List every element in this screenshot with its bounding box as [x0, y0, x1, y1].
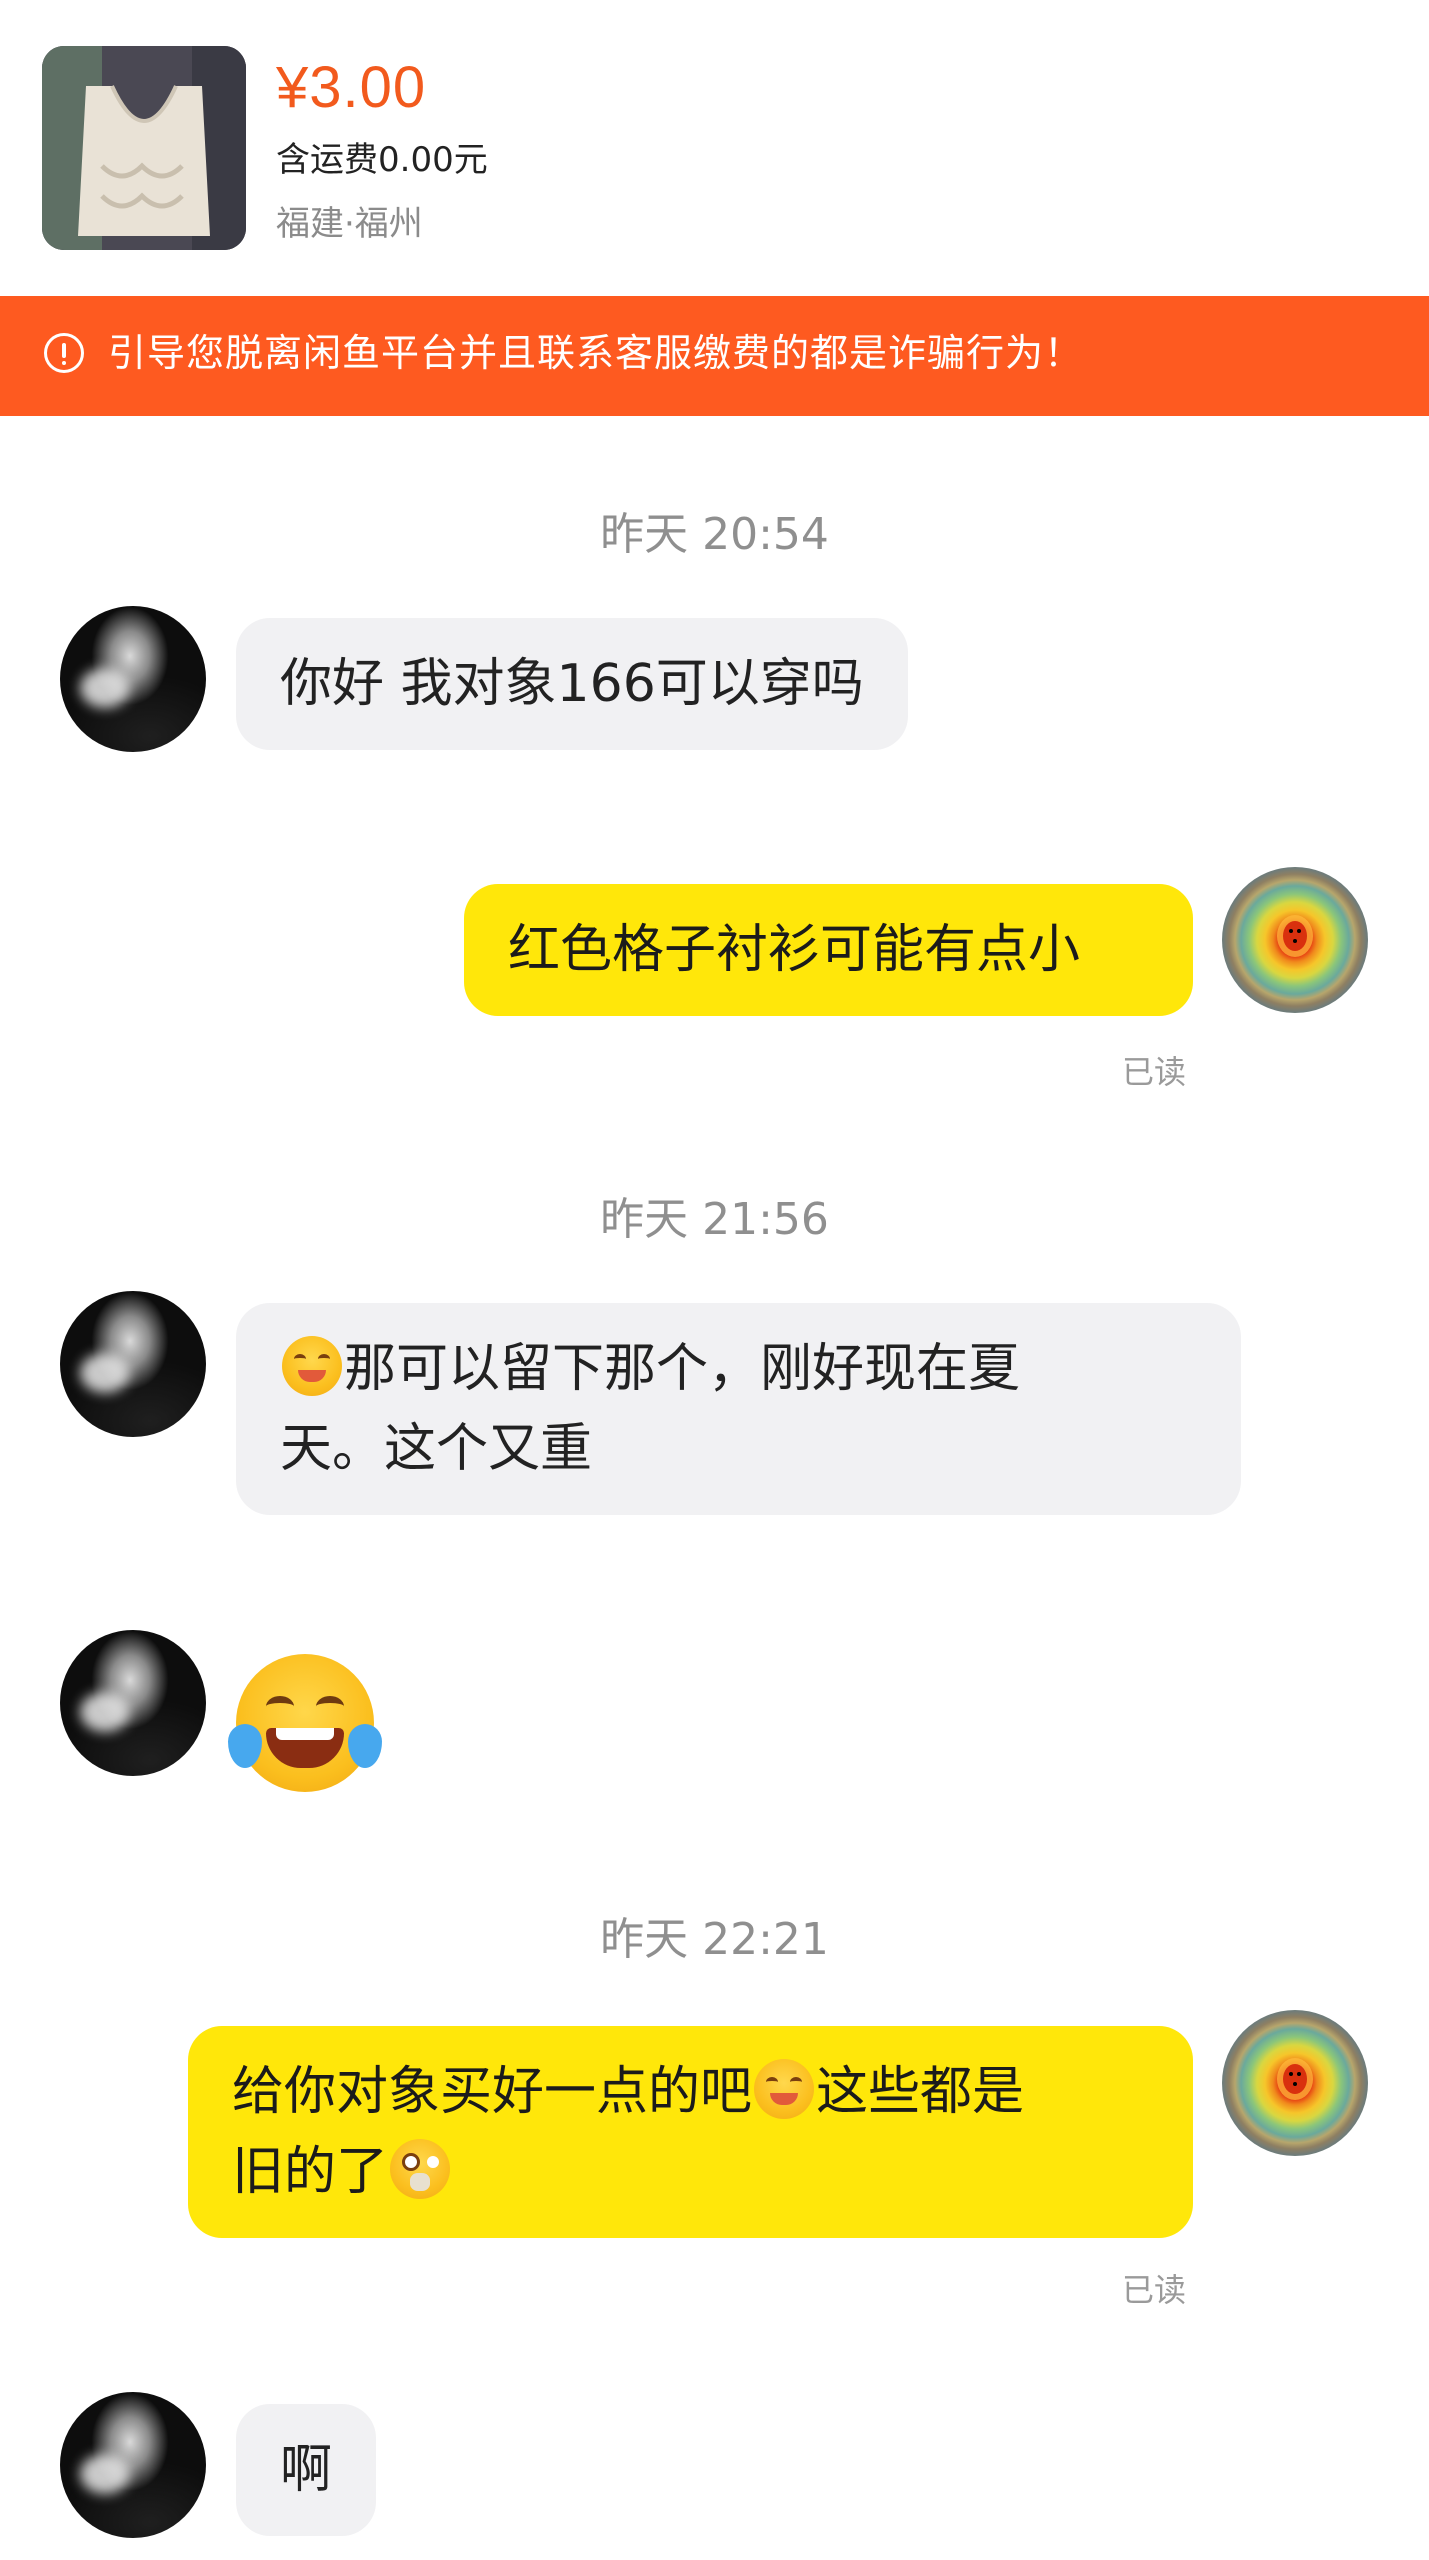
message-bubble-received[interactable]: 你好 我对象166可以穿吗 [236, 618, 908, 750]
smile-emoji [282, 1336, 342, 1396]
message-text: 天。这个又重 [280, 1419, 593, 1479]
laughing-tears-emoji[interactable] [228, 1654, 382, 1792]
smile-emoji [754, 2059, 815, 2119]
message-text: 这些都是 [816, 2062, 1025, 2122]
message-text: 啊 [280, 2440, 333, 2500]
fraud-warning-text: 引导您脱离闲鱼平台并且联系客服缴费的都是诈骗行为！ [108, 331, 1084, 375]
shipping-fee: 含运费0.00元 [276, 140, 488, 180]
other-user-avatar[interactable] [60, 1291, 206, 1437]
message-bubble-received[interactable]: 那可以留下那个，刚好现在夏 天。这个又重 [236, 1303, 1241, 1515]
other-user-avatar[interactable] [60, 1630, 206, 1776]
message-text: 旧的了 [232, 2142, 389, 2202]
other-user-avatar[interactable] [60, 606, 206, 752]
shocked-emoji [390, 2139, 451, 2199]
timestamp: 昨天 20:54 [600, 509, 829, 560]
read-receipt: 已读 [1122, 2271, 1187, 2309]
product-thumbnail[interactable] [42, 46, 246, 250]
message-text: 给你对象买好一点的吧 [232, 2062, 753, 2122]
message-bubble-received[interactable]: 啊 [236, 2404, 377, 2536]
alert-circle-icon [44, 333, 84, 373]
timestamp: 昨天 22:21 [600, 1914, 829, 1965]
message-bubble-sent[interactable]: 给你对象买好一点的吧 这些都是 旧的了 [188, 2026, 1193, 2238]
message-text: 那可以留下那个，刚好现在夏 [344, 1339, 1021, 1399]
seller-location: 福建·福州 [276, 204, 423, 244]
message-text: 你好 我对象166可以穿吗 [280, 654, 864, 714]
timestamp: 昨天 21:56 [600, 1194, 829, 1245]
product-price: ¥3.00 [276, 55, 427, 120]
message-bubble-sent[interactable]: 红色格子衬衫可能有点小 [464, 884, 1193, 1016]
my-avatar[interactable] [1222, 867, 1368, 1013]
read-receipt: 已读 [1122, 1053, 1187, 1091]
my-avatar[interactable] [1222, 2010, 1368, 2156]
message-text: 红色格子衬衫可能有点小 [508, 920, 1081, 980]
other-user-avatar[interactable] [60, 2392, 206, 2538]
